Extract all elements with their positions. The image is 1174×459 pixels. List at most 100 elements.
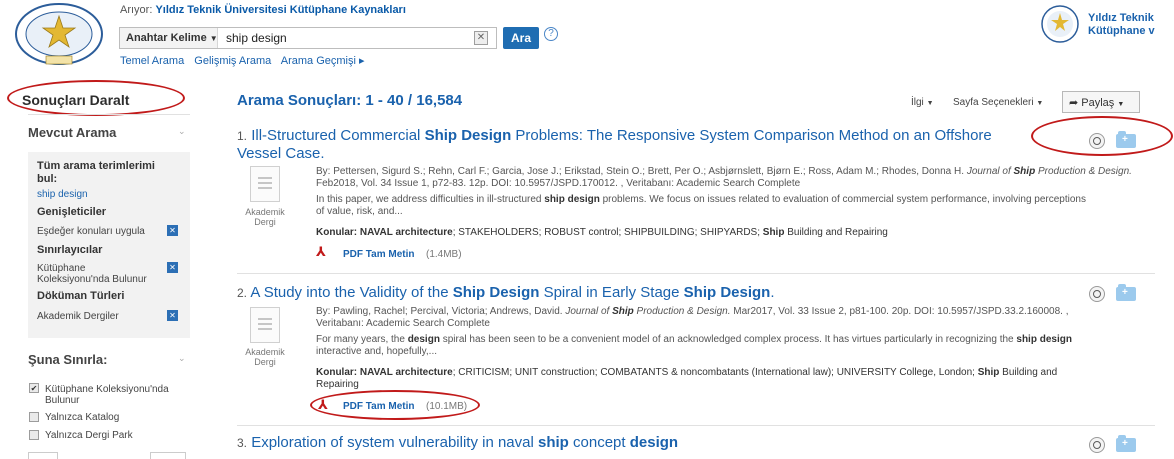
result-title-continued[interactable]: Vessel Case.	[237, 145, 325, 162]
result-title-link[interactable]: 3. Exploration of system vulnerability i…	[237, 434, 1057, 452]
subject-highlight[interactable]: Ship	[763, 227, 785, 238]
searching-prefix: Arıyor:	[120, 4, 153, 16]
date-slider-box[interactable]	[150, 452, 186, 459]
result-title-link[interactable]: 2. A Study into the Validity of the Ship…	[237, 284, 1057, 302]
pdf-size: (10.1MB)	[426, 401, 468, 412]
abstract-text: interactive and, hopefully,...	[316, 346, 437, 357]
sort-label: İlgi	[911, 97, 924, 108]
add-to-folder-icon[interactable]	[1116, 131, 1136, 148]
basic-search-link[interactable]: Temel Arama	[120, 55, 184, 67]
page-options-dropdown[interactable]: Sayfa Seçenekleri ▼	[953, 97, 1043, 108]
checkbox-label: Yalnızca Katalog	[45, 412, 120, 423]
university-logo[interactable]	[14, 2, 104, 66]
subject-link[interactable]: NAVAL architecture	[360, 227, 453, 238]
searching-label: Arıyor: Yıldız Teknik Üniversitesi Kütüp…	[120, 4, 406, 16]
title-text: Ill-Structured Commercial	[251, 127, 425, 144]
title-text: A Study into the Validity of the	[250, 284, 453, 301]
remove-document-type-icon[interactable]: ✕	[167, 310, 178, 321]
preview-magnifier-icon[interactable]	[1089, 437, 1105, 453]
subject-links[interactable]: ; STAKEHOLDERS; ROBUST control; SHIPBUIL…	[453, 227, 763, 238]
journal: Journal of	[966, 166, 1011, 177]
source-info: Feb2018, Vol. 34 Issue 1, p72-83. 12p. D…	[316, 178, 801, 189]
result-citation: By: Pawling, Rachel; Percival, Victoria;…	[316, 306, 1171, 330]
remove-limiter-icon[interactable]: ✕	[167, 262, 178, 273]
abstract-text: In this paper, we address difficulties i…	[316, 194, 545, 205]
clear-search-icon[interactable]: ✕	[474, 31, 488, 45]
pdf-icon[interactable]: ⅄	[316, 245, 328, 259]
divider	[237, 273, 1155, 274]
search-history-link[interactable]: Arama Geçmişi ▸	[281, 55, 365, 67]
expanders-heading: Genişleticiler	[37, 206, 107, 218]
title-highlight: Ship Design	[452, 284, 540, 301]
journal: & Design.	[1088, 166, 1132, 177]
current-search-heading[interactable]: Mevcut Arama	[28, 125, 116, 140]
abstract-highlight: design	[407, 334, 440, 345]
add-to-folder-icon[interactable]	[1116, 284, 1136, 301]
chevron-down-icon[interactable]: ⌄	[178, 126, 186, 137]
result-abstract: For many years, the design spiral has be…	[316, 334, 1171, 358]
help-icon[interactable]: ?	[544, 27, 558, 41]
subject-link[interactable]: Repairing	[316, 379, 359, 390]
search-field-select[interactable]: Anahtar Kelime ▼	[120, 28, 218, 48]
abstract-text: of value, risk, and...	[316, 206, 403, 217]
preview-magnifier-icon[interactable]	[1089, 286, 1105, 302]
share-label: Paylaş	[1081, 97, 1115, 109]
limit-to-heading[interactable]: Şuna Sınırla:	[28, 352, 107, 367]
journal-highlight: Ship	[1013, 166, 1036, 177]
chevron-down-icon: ▼	[1117, 101, 1125, 108]
chevron-down-icon: ▼	[926, 100, 934, 107]
title-text: concept	[568, 434, 630, 451]
sort-dropdown[interactable]: İlgi ▼	[911, 97, 934, 108]
title-text: Spiral in Early Stage	[539, 284, 684, 301]
document-type-label: Akademik Dergi	[245, 207, 285, 227]
title-highlight: Ship Design	[424, 127, 512, 144]
institution-name: Yıldız Teknik Kütüphane v	[1088, 12, 1155, 38]
document-icon[interactable]	[250, 166, 280, 202]
chevron-down-icon[interactable]: ⌄	[178, 353, 186, 364]
checkbox-library-collection[interactable]: ✔	[29, 383, 39, 393]
authors: By: Pettersen, Sigurd S.; Rehn, Carl F.;…	[316, 166, 965, 177]
subject-link[interactable]: NAVAL architecture	[360, 367, 453, 378]
checkbox-catalog-only[interactable]	[29, 412, 39, 422]
chevron-down-icon: ▼	[1036, 100, 1044, 107]
authors: By: Pawling, Rachel; Percival, Victoria;…	[316, 306, 563, 317]
subject-links[interactable]: ; CRITICISM; UNIT construction; COMBATAN…	[453, 367, 978, 378]
pdf-full-text-link[interactable]: PDF Tam Metin	[343, 401, 414, 412]
share-icon: ➦	[1069, 97, 1079, 109]
document-type-item: Akademik Dergiler	[37, 311, 119, 322]
current-search-panel: Tüm arama terimlerimi bul: ship design G…	[28, 152, 190, 338]
date-slider-box[interactable]	[28, 452, 58, 459]
result-subjects: Konular: NAVAL architecture; CRITICISM; …	[316, 367, 1171, 391]
pdf-full-text-link[interactable]: PDF Tam Metin	[343, 249, 414, 260]
subject-highlight[interactable]: Ship	[978, 367, 1000, 378]
result-number: 1.	[237, 129, 248, 143]
title-text: Problems: The Responsive System Comparis…	[511, 127, 992, 144]
divider	[237, 425, 1155, 426]
institution-name-line1: Yıldız Teknik	[1088, 12, 1154, 24]
document-icon[interactable]	[250, 307, 280, 343]
journal: Production & Design.	[636, 306, 731, 317]
abstract-highlight: ship design	[1016, 334, 1072, 345]
journal: Production	[1037, 166, 1086, 177]
annotation-oval	[7, 80, 185, 116]
search-input[interactable]: ship design	[226, 31, 287, 45]
subject-link[interactable]: Building and Repairing	[784, 227, 888, 238]
subject-link[interactable]: Building and	[999, 367, 1057, 378]
add-to-folder-icon[interactable]	[1116, 435, 1136, 452]
query-term-link[interactable]: ship design	[37, 189, 88, 200]
remove-expander-icon[interactable]: ✕	[167, 225, 178, 236]
preview-magnifier-icon[interactable]	[1089, 133, 1105, 149]
document-type-label: Akademik Dergi	[245, 347, 285, 367]
abstract-text: spiral has been seen to be a convenient …	[439, 334, 1017, 345]
checkbox-label: Yalnızca Dergi Park	[45, 430, 133, 441]
advanced-search-link[interactable]: Gelişmiş Arama	[194, 55, 271, 67]
share-button[interactable]: ➦ Paylaş ▼	[1062, 91, 1140, 113]
searching-database-link[interactable]: Yıldız Teknik Üniversitesi Kütüphane Kay…	[155, 4, 405, 16]
checkbox-dergipark-only[interactable]	[29, 430, 39, 440]
limiter-item: Kütüphane Koleksiyonu'nda Bulunur	[37, 263, 147, 285]
pdf-icon[interactable]: ⅄	[318, 398, 330, 412]
subjects-label: Konular:	[316, 227, 358, 238]
search-button[interactable]: Ara	[503, 27, 539, 49]
subjects-label: Konular:	[316, 367, 358, 378]
result-title-link[interactable]: 1. Ill-Structured Commercial Ship Design…	[237, 127, 1057, 145]
